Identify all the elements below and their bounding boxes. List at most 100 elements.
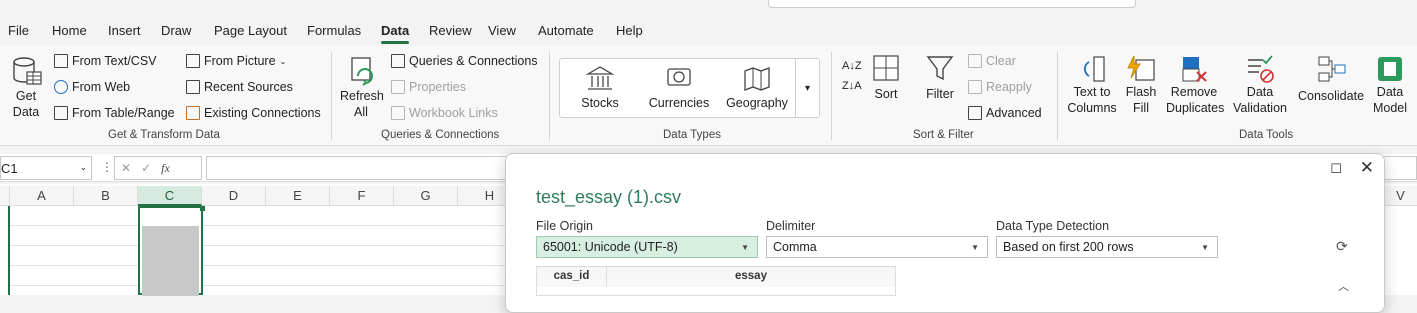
connections-icon: [186, 106, 200, 120]
picture-icon: [186, 54, 200, 68]
text-to-columns-label: Text to Columns: [1067, 85, 1117, 115]
sort-button[interactable]: Sort: [870, 54, 902, 102]
group-separator: [831, 52, 832, 140]
chevron-down-icon[interactable]: ⌄: [79, 162, 87, 173]
get-data-button[interactable]: Get Data: [6, 54, 46, 120]
data-model-icon: [1375, 54, 1405, 84]
from-table-range-button[interactable]: From Table/Range: [54, 106, 175, 120]
refresh-all-button[interactable]: Refresh All: [340, 54, 384, 120]
filter-button[interactable]: Filter: [922, 54, 958, 102]
menu-page-layout[interactable]: Page Layout: [214, 23, 287, 38]
row-header-selection-bar: [8, 206, 10, 295]
data-model-button[interactable]: Data Model: [1366, 54, 1414, 116]
group-separator: [1057, 52, 1058, 140]
search-box[interactable]: [768, 0, 1136, 8]
delimiter-label: Delimiter: [766, 219, 816, 233]
text-to-columns-button[interactable]: Text to Columns: [1066, 54, 1118, 116]
column-header-e[interactable]: E: [266, 186, 330, 206]
menu-review[interactable]: Review: [429, 23, 472, 38]
column-header-a[interactable]: A: [10, 186, 74, 206]
reapply-button[interactable]: Reapply: [968, 80, 1032, 94]
sort-ascending-icon[interactable]: A↓Z: [842, 60, 862, 72]
selected-range-fill: [142, 226, 199, 296]
menu-formulas[interactable]: Formulas: [307, 23, 361, 38]
from-picture-button[interactable]: From Picture ⌄: [186, 54, 286, 68]
column-header-b[interactable]: B: [74, 186, 138, 206]
recent-sources-button[interactable]: Recent Sources: [186, 80, 293, 94]
refresh-preview-icon[interactable]: ⟳: [1336, 238, 1348, 255]
file-origin-select[interactable]: 65001: Unicode (UTF-8) ▼: [536, 236, 758, 258]
fill-handle[interactable]: [200, 206, 205, 211]
consolidate-button[interactable]: Consolidate: [1298, 54, 1364, 104]
column-header-d[interactable]: D: [202, 186, 266, 206]
menu-view[interactable]: View: [488, 23, 516, 38]
maximize-icon[interactable]: ☐: [1330, 161, 1342, 177]
existing-connections-button[interactable]: Existing Connections: [186, 106, 321, 120]
data-validation-button[interactable]: Data Validation: [1228, 54, 1292, 116]
from-text-csv-button[interactable]: From Text/CSV: [54, 54, 157, 68]
from-web-button[interactable]: From Web: [54, 80, 130, 94]
detection-label: Data Type Detection: [996, 219, 1110, 233]
properties-button[interactable]: Properties: [391, 80, 466, 94]
data-validation-icon: [1245, 54, 1275, 84]
advanced-filter-button[interactable]: Advanced: [968, 106, 1042, 120]
column-header-c[interactable]: C: [138, 186, 202, 206]
menu-automate[interactable]: Automate: [538, 23, 594, 38]
database-icon: [9, 54, 43, 88]
menu-data[interactable]: Data: [381, 23, 410, 44]
clear-filter-button[interactable]: Clear: [968, 54, 1016, 68]
preview-header-cas-id: cas_id: [537, 267, 607, 287]
more-options-icon[interactable]: ⋮: [101, 160, 113, 174]
grid-row: [10, 206, 510, 226]
group-separator: [549, 52, 550, 140]
column-header-v[interactable]: V: [1384, 186, 1417, 206]
fx-icon[interactable]: fx: [161, 161, 170, 176]
menu-home[interactable]: Home: [52, 23, 87, 38]
menu-draw[interactable]: Draw: [161, 23, 191, 38]
grid-row: [10, 266, 510, 286]
selected-column-c[interactable]: [138, 206, 205, 296]
column-header-f[interactable]: F: [330, 186, 394, 206]
close-icon[interactable]: ✕: [1360, 158, 1374, 178]
flash-fill-button[interactable]: Flash Fill: [1124, 54, 1158, 116]
dialog-title: test_essay (1).csv: [536, 187, 682, 207]
from-picture-label: From Picture: [204, 54, 276, 68]
queries-icon: [391, 54, 405, 68]
globe-icon: [54, 80, 68, 94]
currencies-label: Currencies: [648, 96, 710, 110]
select-all-corner[interactable]: [0, 186, 10, 206]
clear-filter-icon: [968, 54, 982, 68]
text-to-columns-icon: [1077, 54, 1107, 84]
menu-file[interactable]: File: [8, 23, 29, 38]
workbook-links-button[interactable]: Workbook Links: [391, 106, 498, 120]
text-file-icon: [54, 54, 68, 68]
detection-value: Based on first 200 rows: [1003, 240, 1134, 254]
file-origin-label: File Origin: [536, 219, 593, 233]
currencies-button[interactable]: Currencies: [646, 65, 712, 111]
csv-import-dialog: ☐ ✕ test_essay (1).csv File Origin 65001…: [505, 153, 1385, 313]
recent-sources-icon: [186, 80, 200, 94]
name-box[interactable]: C1 ⌄: [0, 156, 92, 180]
scroll-up-icon[interactable]: ︿: [1338, 278, 1349, 294]
geography-button[interactable]: Geography: [722, 65, 792, 111]
remove-duplicates-button[interactable]: Remove Duplicates: [1166, 54, 1224, 116]
stocks-button[interactable]: Stocks: [570, 65, 630, 111]
chevron-down-icon: ▾: [804, 82, 811, 94]
properties-label: Properties: [409, 80, 466, 94]
properties-icon: [391, 80, 405, 94]
column-header-g[interactable]: G: [394, 186, 458, 206]
cancel-icon[interactable]: ✕: [121, 161, 131, 175]
data-types-more-button[interactable]: ▾: [795, 59, 819, 117]
enter-icon[interactable]: ✓: [141, 161, 151, 175]
menu-help[interactable]: Help: [616, 23, 643, 38]
sort-label: Sort: [874, 87, 898, 101]
recent-sources-label: Recent Sources: [204, 80, 293, 94]
from-text-csv-label: From Text/CSV: [72, 54, 157, 68]
queries-connections-button[interactable]: Queries & Connections: [391, 54, 538, 68]
detection-select[interactable]: Based on first 200 rows ▼: [996, 236, 1218, 258]
menu-insert[interactable]: Insert: [108, 23, 141, 38]
delimiter-select[interactable]: Comma ▼: [766, 236, 988, 258]
preview-header-essay: essay: [607, 267, 895, 287]
ribbon: Get Data From Text/CSV From Web From Tab…: [0, 46, 1417, 146]
sort-descending-icon[interactable]: Z↓A: [842, 80, 862, 92]
